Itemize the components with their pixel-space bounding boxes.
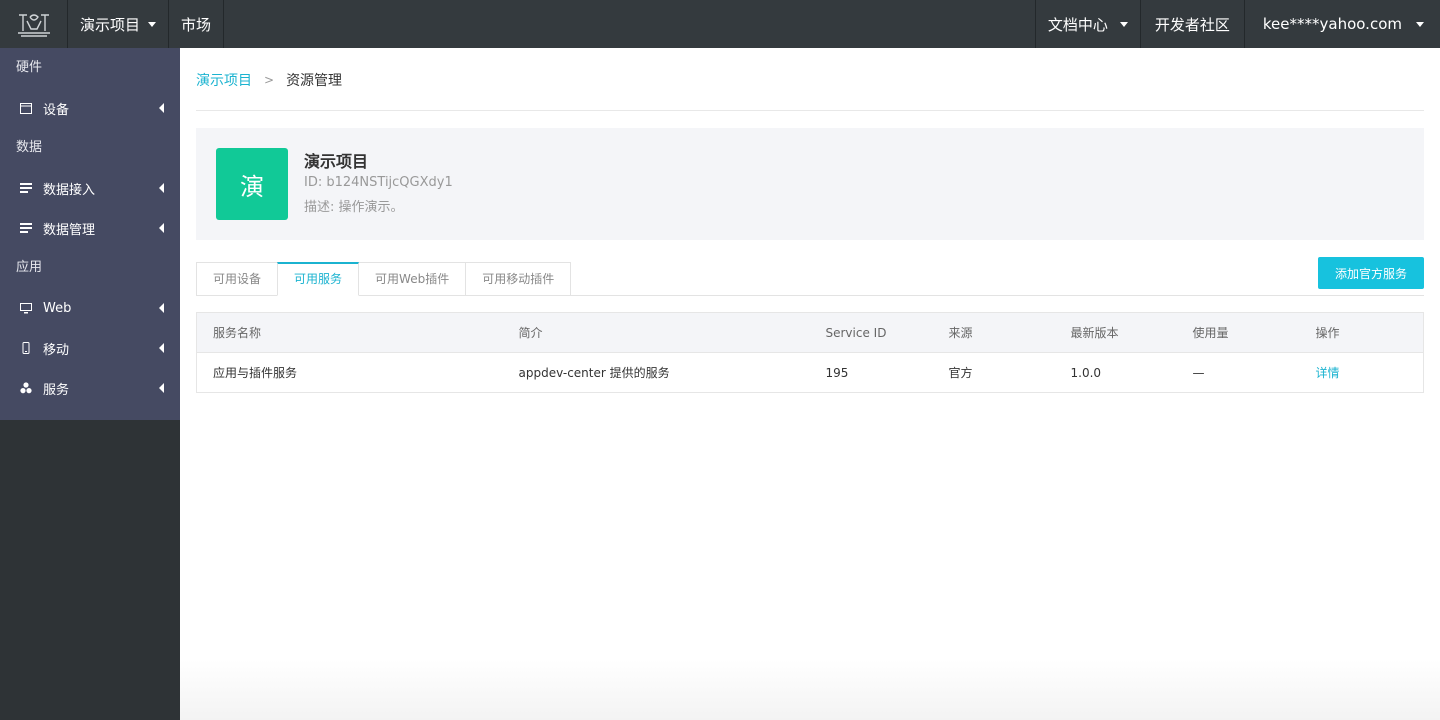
list-icon: [20, 222, 32, 234]
caret-down-icon: [148, 21, 157, 27]
column-header-source: 来源: [932, 312, 1055, 353]
breadcrumb-separator-icon: >: [264, 73, 275, 87]
cell-service-name: 应用与插件服务: [196, 352, 503, 393]
sidebar-group-title: 硬件: [16, 60, 43, 75]
tab-available-services[interactable]: 可用服务: [277, 262, 360, 296]
sidebar-item-label: 数据管理: [43, 222, 96, 238]
tab-available-web-plugins[interactable]: 可用Web插件: [358, 262, 467, 296]
sidebar-item-web[interactable]: Web: [0, 288, 180, 328]
project-name: 演示项目: [304, 152, 369, 171]
mobile-icon: [20, 342, 32, 354]
bottom-shadow: [180, 660, 1440, 720]
tab-available-devices[interactable]: 可用设备: [196, 262, 279, 296]
resource-tabs: 可用设备 可用服务 可用Web插件 可用移动插件: [196, 262, 572, 296]
community-label: 开发者社区: [1154, 15, 1230, 34]
logo-icon[interactable]: [0, 0, 68, 48]
sidebar-group-title: 数据: [16, 140, 43, 155]
column-header-service-id: Service ID: [809, 312, 933, 353]
tabs-underline: [196, 295, 1424, 296]
services-table: 服务名称 简介 Service ID 来源 最新版本 使用量 操作 应用与插件服…: [196, 312, 1424, 393]
sidebar-item-label: 服务: [43, 382, 70, 398]
sidebar-item-label: Web: [43, 300, 72, 316]
tab-available-mobile-plugins[interactable]: 可用移动插件: [465, 262, 572, 296]
table-row: 应用与插件服务 appdev-center 提供的服务 195 官方 1.0.0…: [196, 352, 1424, 393]
column-header-service-name: 服务名称: [196, 312, 503, 353]
column-header-description: 简介: [502, 312, 810, 353]
project-avatar: 演: [216, 148, 288, 220]
breadcrumb-current: 资源管理: [286, 73, 343, 89]
caret-left-icon: [159, 343, 164, 353]
caret-left-icon: [159, 303, 164, 313]
community-link[interactable]: 开发者社区: [1141, 0, 1245, 48]
column-header-actions: 操作: [1299, 312, 1424, 353]
user-menu[interactable]: kee****yahoo.com: [1245, 0, 1440, 48]
cluster-icon: [20, 382, 32, 394]
main-content: 演示项目 > 资源管理 演 演示项目 ID: b124NSTijcQGXdy1 …: [180, 48, 1440, 720]
breadcrumb: 演示项目 > 资源管理: [196, 70, 342, 90]
project-card: 演 演示项目 ID: b124NSTijcQGXdy1 描述: 操作演示。: [196, 128, 1424, 240]
divider: [196, 110, 1424, 111]
monitor-icon: [20, 302, 32, 314]
cell-usage: —: [1176, 352, 1300, 393]
sidebar-group-title: 应用: [16, 260, 43, 275]
caret-down-icon: [1416, 21, 1424, 27]
add-official-service-button[interactable]: 添加官方服务: [1318, 257, 1424, 289]
cell-description: appdev-center 提供的服务: [502, 352, 810, 393]
cell-service-id: 195: [809, 352, 933, 393]
sidebar-item-device[interactable]: 设备: [0, 88, 180, 128]
market-label: 市场: [181, 15, 212, 34]
sidebar-item-label: 移动: [43, 342, 70, 358]
caret-left-icon: [159, 183, 164, 193]
sidebar-menu: 硬件 设备 数据 数据接入 数据管理 应用 Web 移动 服务: [0, 48, 180, 420]
market-link[interactable]: 市场: [169, 0, 225, 48]
user-email: kee****yahoo.com: [1262, 15, 1402, 33]
cell-source: 官方: [932, 352, 1055, 393]
cell-latest-version: 1.0.0: [1054, 352, 1177, 393]
sidebar-item-data-access[interactable]: 数据接入: [0, 168, 180, 208]
sidebar-item-mobile[interactable]: 移动: [0, 328, 180, 368]
list-icon: [20, 182, 32, 194]
calendar-icon: [20, 102, 32, 114]
project-description: 描述: 操作演示。: [304, 200, 404, 215]
caret-left-icon: [159, 103, 164, 113]
table-header-row: 服务名称 简介 Service ID 来源 最新版本 使用量 操作: [196, 312, 1424, 353]
caret-left-icon: [159, 383, 164, 393]
details-link[interactable]: 详情: [1299, 352, 1424, 393]
sidebar-item-data-manage[interactable]: 数据管理: [0, 208, 180, 248]
sidebar: 硬件 设备 数据 数据接入 数据管理 应用 Web 移动 服务: [0, 48, 180, 720]
caret-left-icon: [159, 223, 164, 233]
sidebar-item-label: 设备: [43, 102, 70, 118]
top-navbar: 演示项目 市场 文档中心 开发者社区 kee****yahoo.com: [0, 0, 1440, 48]
breadcrumb-parent-link[interactable]: 演示项目: [196, 70, 252, 90]
sidebar-item-service[interactable]: 服务: [0, 368, 180, 408]
project-menu[interactable]: 演示项目: [68, 0, 170, 48]
docs-label: 文档中心: [1047, 15, 1108, 34]
project-id: ID: b124NSTijcQGXdy1: [304, 175, 453, 190]
caret-down-icon: [1119, 21, 1128, 27]
project-menu-label: 演示项目: [80, 15, 141, 34]
column-header-usage: 使用量: [1176, 312, 1300, 353]
sidebar-item-label: 数据接入: [43, 182, 96, 198]
column-header-latest-version: 最新版本: [1054, 312, 1177, 353]
docs-menu[interactable]: 文档中心: [1034, 0, 1141, 48]
